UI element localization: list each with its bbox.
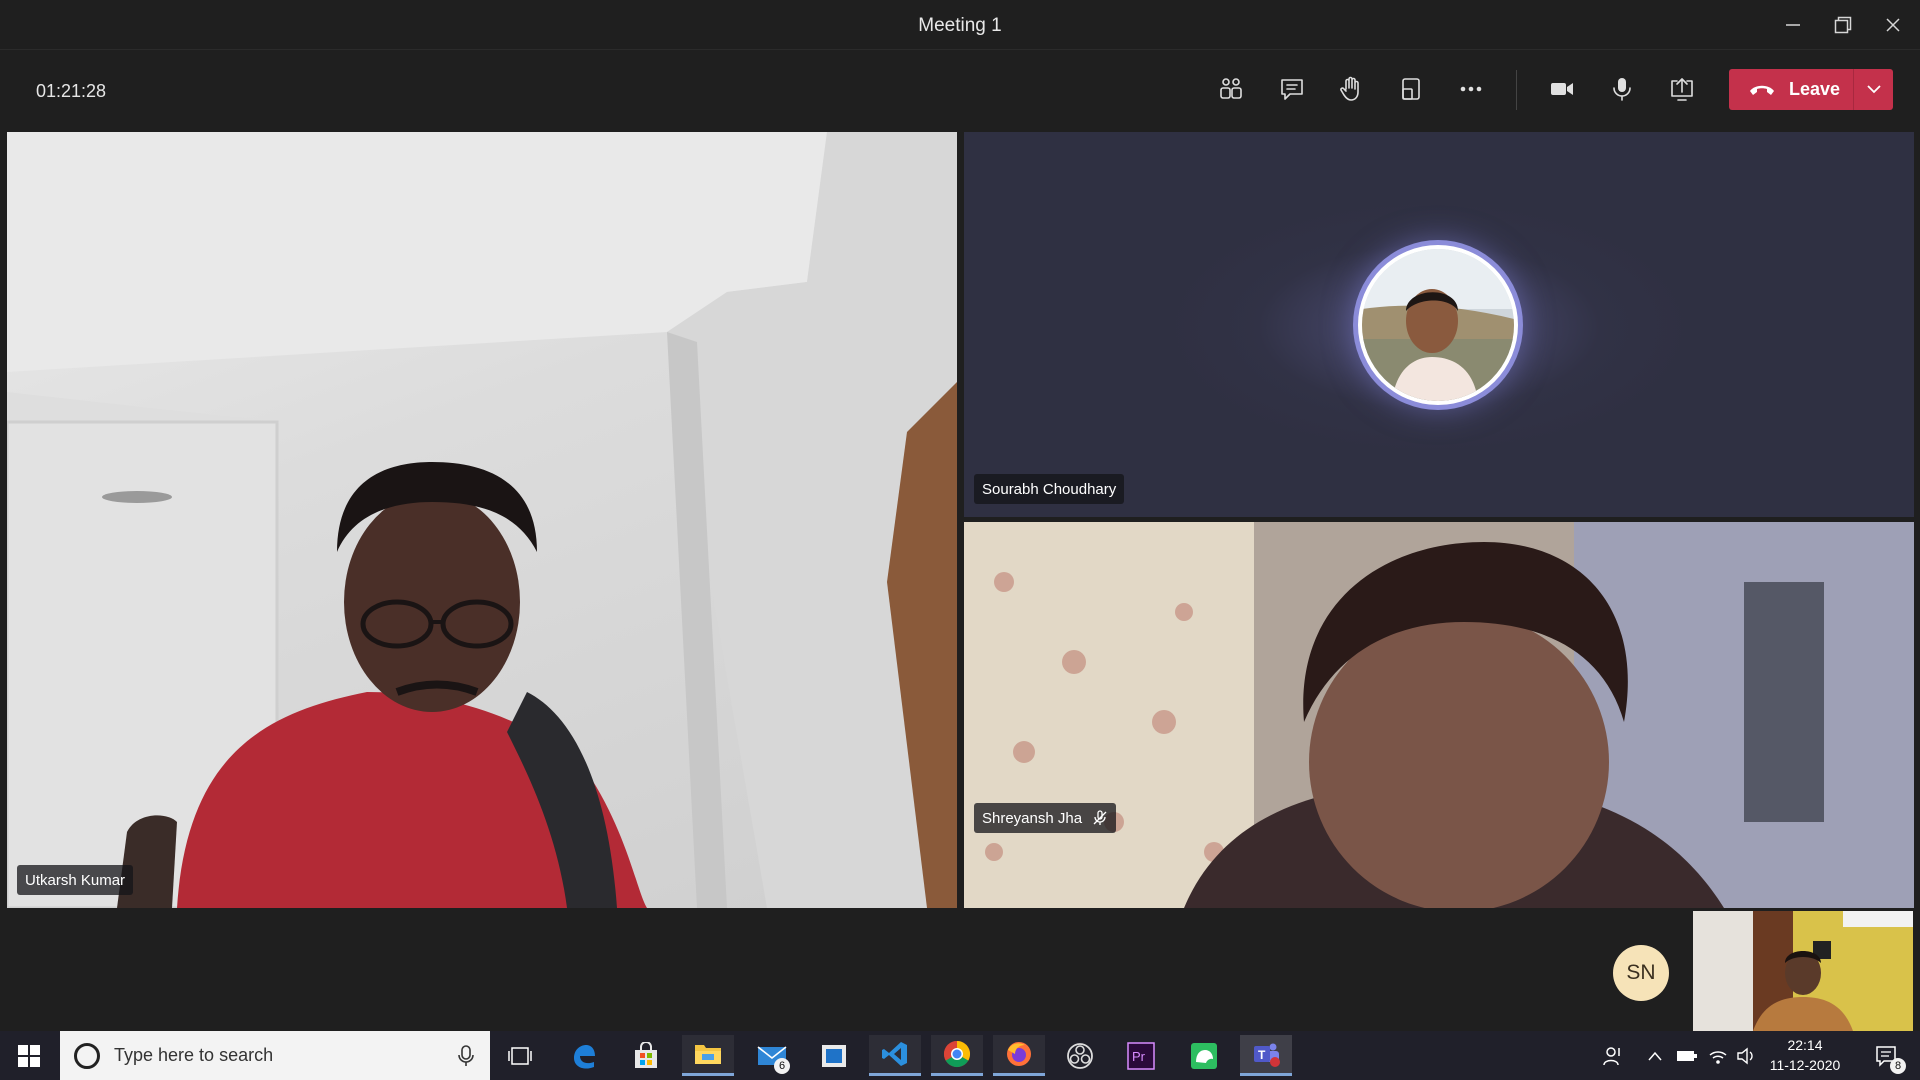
participant-nametag: Utkarsh Kumar	[17, 865, 134, 895]
self-video-preview[interactable]	[1693, 911, 1913, 1031]
people-icon	[1220, 78, 1242, 99]
news-button[interactable]	[808, 1035, 860, 1076]
chat-icon	[1281, 79, 1303, 100]
edge-icon	[574, 1044, 595, 1069]
participant-nametag: Shreyansh Jha	[974, 803, 1117, 833]
video-tile-shreyansh[interactable]: Shreyansh Jha	[964, 522, 1914, 908]
evernote-icon	[1191, 1042, 1217, 1069]
notifications-button[interactable]: 8	[1866, 1031, 1906, 1080]
edge-button[interactable]	[558, 1035, 610, 1076]
participant-video	[7, 132, 957, 908]
more-options-button[interactable]	[1449, 67, 1493, 111]
folder-icon	[695, 1045, 721, 1064]
raise-hand-button[interactable]	[1329, 67, 1373, 111]
vscode-button[interactable]	[869, 1035, 921, 1076]
close-icon	[1886, 18, 1900, 32]
chat-button[interactable]	[1270, 67, 1314, 111]
camera-icon	[1551, 83, 1573, 95]
obs-button[interactable]	[1054, 1035, 1106, 1076]
search-placeholder: Type here to search	[114, 1045, 274, 1065]
participant-name: Utkarsh Kumar	[25, 871, 126, 889]
share-icon	[1671, 78, 1693, 101]
mic-button[interactable]	[1600, 67, 1644, 111]
mail-button[interactable]: 6	[746, 1035, 798, 1076]
leave-button[interactable]: Leave	[1729, 69, 1853, 110]
title-bar: Meeting 1	[0, 0, 1920, 50]
premiere-icon: Pr	[1127, 1041, 1155, 1070]
view-icon	[1402, 78, 1420, 100]
people-icon	[1603, 1046, 1620, 1065]
svg-text:T: T	[1258, 1048, 1266, 1062]
view-button[interactable]	[1389, 67, 1433, 111]
search-box[interactable]: Type here to search	[60, 1031, 490, 1080]
windows-logo-icon	[18, 1044, 40, 1067]
share-screen-button[interactable]	[1660, 67, 1704, 111]
teams-button[interactable]: T	[1240, 1035, 1292, 1076]
clock-date: 11-12-2020	[1769, 1057, 1841, 1073]
wifi-icon	[1709, 1050, 1727, 1064]
teams-icon: T	[1254, 1043, 1280, 1067]
task-view-icon	[508, 1046, 532, 1065]
video-tile-utkarsh[interactable]: Utkarsh Kumar	[7, 132, 957, 908]
start-button[interactable]	[0, 1031, 58, 1080]
avatar	[1353, 240, 1523, 410]
participant-name: Shreyansh Jha	[982, 809, 1083, 827]
participant-nametag: Sourabh Choudhary	[974, 474, 1125, 504]
window-title: Meeting 1	[918, 15, 1002, 36]
clock[interactable]: 22:14 11-12-2020	[1762, 1035, 1848, 1075]
participant-name: Sourabh Choudhary	[982, 480, 1117, 498]
news-icon	[822, 1044, 846, 1067]
restore-icon	[1834, 16, 1852, 34]
mic-icon	[1613, 78, 1631, 101]
mic-muted-icon	[1093, 810, 1107, 825]
participants-button[interactable]	[1209, 67, 1253, 111]
avatar-photo	[1362, 249, 1514, 401]
clock-time: 22:14	[1787, 1037, 1823, 1053]
obs-icon	[1067, 1042, 1093, 1069]
participant-video	[964, 522, 1914, 908]
volume-icon	[1737, 1047, 1753, 1064]
premiere-button[interactable]: Pr	[1115, 1035, 1167, 1076]
toolbar-divider	[1516, 70, 1517, 110]
raise-hand-icon	[1340, 76, 1359, 101]
self-video	[1693, 911, 1913, 1031]
chevron-up-icon	[1648, 1051, 1662, 1060]
mail-badge: 6	[774, 1058, 790, 1074]
battery-icon	[1677, 1050, 1697, 1061]
leave-options-dropdown[interactable]	[1854, 69, 1893, 110]
network-button[interactable]	[1704, 1031, 1732, 1080]
show-hidden-icons-button[interactable]	[1643, 1031, 1667, 1080]
meeting-timer: 01:21:28	[36, 81, 107, 101]
chrome-button[interactable]	[931, 1035, 983, 1076]
chrome-icon	[943, 1040, 971, 1068]
leave-label: Leave	[1789, 79, 1841, 99]
task-view-button[interactable]	[494, 1035, 546, 1076]
volume-button[interactable]	[1733, 1031, 1761, 1080]
evernote-button[interactable]	[1178, 1035, 1230, 1076]
camera-button[interactable]	[1540, 67, 1584, 111]
cortana-icon	[74, 1042, 100, 1069]
self-avatar[interactable]: SN	[1613, 945, 1669, 1001]
mic-icon[interactable]	[458, 1044, 474, 1067]
chevron-down-icon	[1866, 85, 1881, 94]
firefox-button[interactable]	[993, 1035, 1045, 1076]
svg-text:Pr: Pr	[1132, 1049, 1146, 1064]
battery-button[interactable]	[1673, 1031, 1701, 1080]
firefox-icon	[1007, 1042, 1031, 1066]
close-button[interactable]	[1880, 12, 1906, 38]
leave-button-group: Leave	[1729, 69, 1893, 110]
windows-taskbar: Type here to search 6 Pr T 22:14 11-12-2…	[0, 1031, 1920, 1080]
minimize-button[interactable]	[1780, 12, 1806, 38]
hangup-icon	[1750, 85, 1774, 95]
restore-button[interactable]	[1830, 12, 1856, 38]
notification-badge: 8	[1890, 1058, 1906, 1074]
video-tile-sourabh[interactable]: Sourabh Choudhary	[964, 132, 1914, 517]
store-icon	[635, 1041, 657, 1068]
minimize-icon	[1786, 24, 1800, 26]
file-explorer-button[interactable]	[682, 1035, 734, 1076]
people-tray-button[interactable]	[1598, 1031, 1628, 1080]
store-button[interactable]	[620, 1035, 672, 1076]
more-icon	[1460, 86, 1482, 92]
vscode-icon	[882, 1042, 907, 1066]
